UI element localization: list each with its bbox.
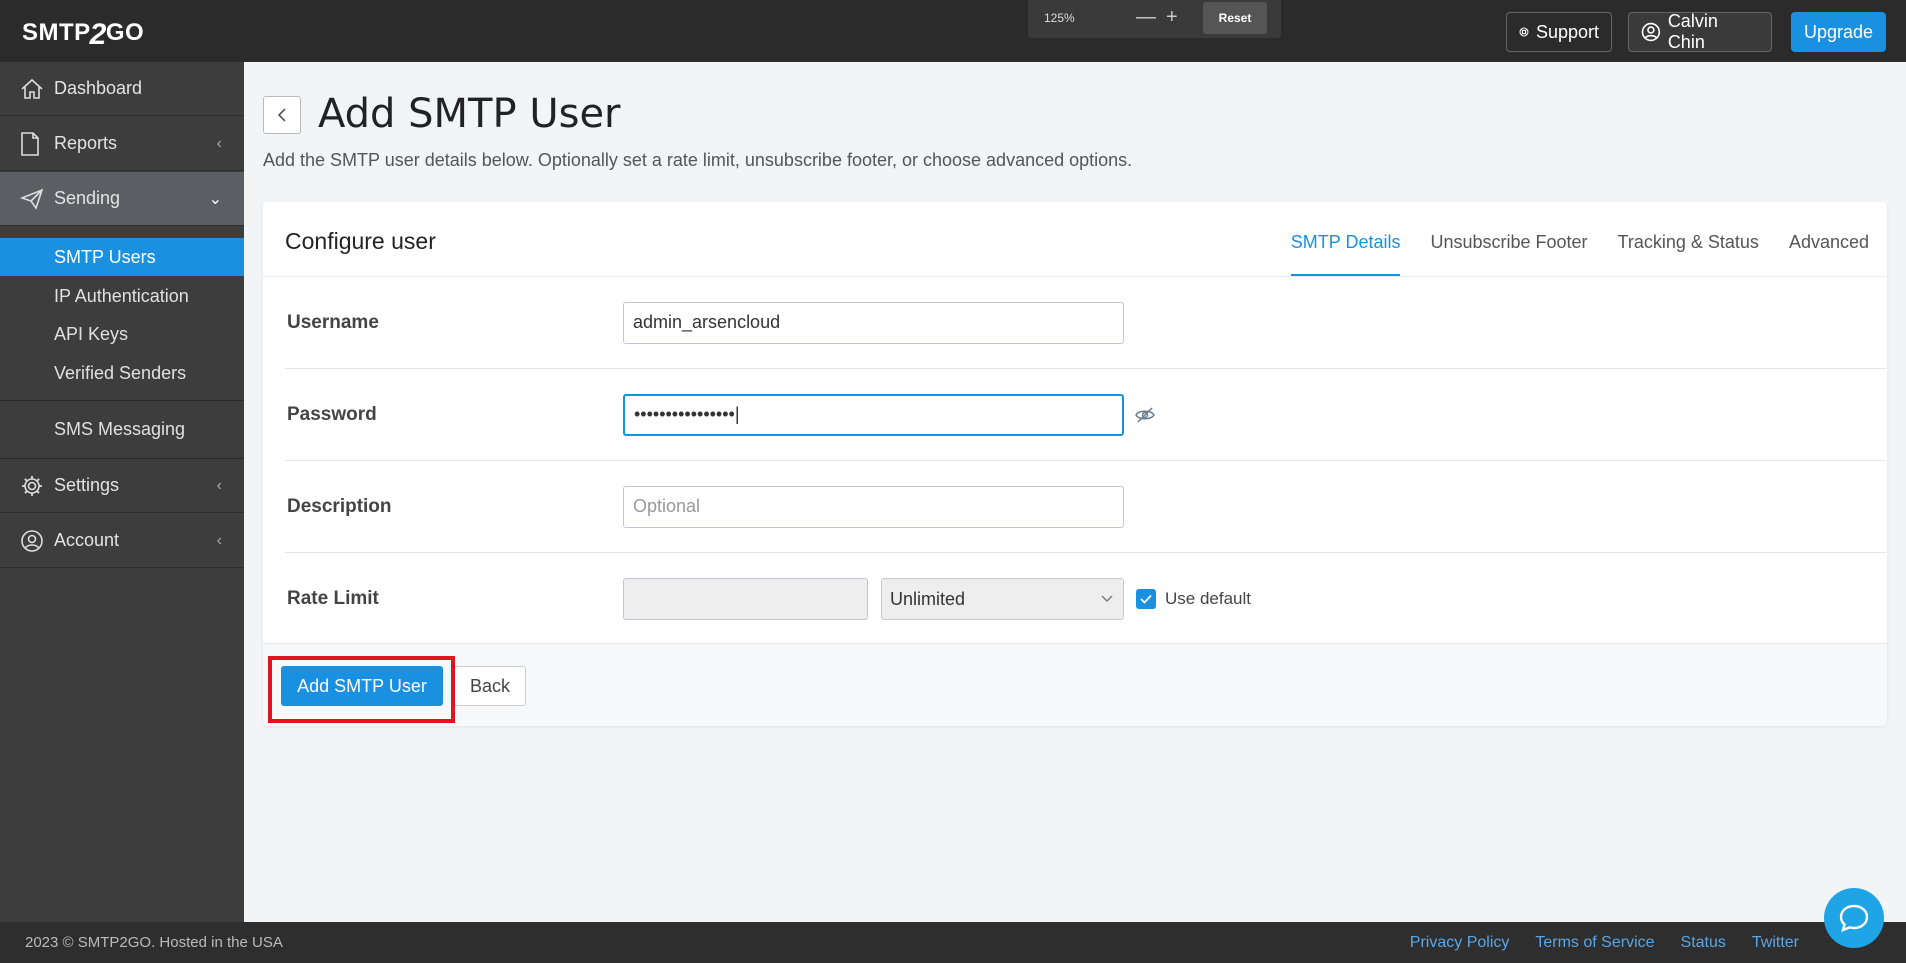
sidebar-item-label: Settings xyxy=(54,475,120,495)
gear-icon xyxy=(22,475,42,496)
footer-link-privacy-policy[interactable]: Privacy Policy xyxy=(1410,934,1510,952)
eye-slash-icon[interactable] xyxy=(1135,406,1155,423)
sidebar-subitem-sms-messaging[interactable]: SMS Messaging xyxy=(0,410,244,448)
sidebar-item-settings[interactable]: Settings ‹ xyxy=(0,459,244,513)
lifebuoy-icon xyxy=(1519,27,1529,37)
user-menu-button[interactable]: Calvin Chin xyxy=(1628,11,1772,52)
username-label: Username xyxy=(287,311,379,333)
rate-limit-row: Rate Limit Unlimited Use default xyxy=(285,553,1887,645)
sidebar-item-label: Account xyxy=(54,530,120,550)
chevron-down-icon: ⌄ xyxy=(208,190,222,208)
username-row: Username admin_arsencloud xyxy=(285,277,1887,369)
zoom-reset-button[interactable]: Reset xyxy=(1203,2,1267,34)
chevron-left-icon xyxy=(277,108,286,122)
sidebar-subitem-verified-senders[interactable]: Verified Senders xyxy=(0,354,244,392)
chat-button[interactable] xyxy=(1824,888,1884,948)
home-icon xyxy=(21,78,43,99)
configure-user-card: Configure user SMTP Details Unsubscribe … xyxy=(263,202,1887,726)
chevron-left-icon: ‹ xyxy=(216,476,222,494)
highlight-annotation xyxy=(268,656,455,723)
user-name: Calvin Chin xyxy=(1667,11,1718,52)
back-arrow-button[interactable] xyxy=(263,96,301,134)
sidebar-item-label: Sending xyxy=(54,188,121,208)
use-default-label: Use default xyxy=(1165,589,1251,608)
description-label: Description xyxy=(287,495,392,517)
copyright-text: 2023 © SMTP2GO. Hosted in the USA xyxy=(25,934,283,951)
footer-link-twitter[interactable]: Twitter xyxy=(1752,934,1799,952)
rate-limit-select-value: Unlimited xyxy=(890,588,966,609)
sidebar-item-label: Reports xyxy=(54,133,118,153)
chevron-left-icon: ‹ xyxy=(216,134,222,152)
tab-smtp-details[interactable]: SMTP Details xyxy=(1290,232,1401,276)
checkmark-icon xyxy=(1140,594,1152,604)
logo-text-smtp: SMTP xyxy=(22,19,91,46)
sidebar: Dashboard Reports ‹ Sending ⌄ SMTP Users… xyxy=(0,62,244,922)
sidebar-subitem-ip-authentication[interactable]: IP Authentication xyxy=(0,277,244,315)
password-label: Password xyxy=(287,403,377,425)
zoom-toolbar: 125% — + Reset xyxy=(1028,0,1281,38)
account-icon xyxy=(21,529,43,552)
logo-text-2: 2 xyxy=(89,18,107,51)
back-button[interactable]: Back xyxy=(454,666,526,706)
description-row: Description Optional xyxy=(285,461,1887,553)
upgrade-button[interactable]: Upgrade xyxy=(1791,12,1886,52)
tab-tracking-status[interactable]: Tracking & Status xyxy=(1618,232,1759,276)
support-label: Support xyxy=(1535,21,1599,42)
sidebar-subitem-smtp-users[interactable]: SMTP Users xyxy=(0,238,244,276)
chat-bubble-icon xyxy=(1839,904,1869,932)
logo-text-go: GO xyxy=(105,19,145,46)
paper-plane-icon xyxy=(20,188,44,210)
sidebar-divider xyxy=(0,400,244,401)
chevron-down-icon xyxy=(1101,595,1113,602)
use-default-checkbox[interactable] xyxy=(1136,589,1156,609)
card-footer: Add SMTP User Back xyxy=(263,643,1887,726)
tab-unsubscribe-footer[interactable]: Unsubscribe Footer xyxy=(1430,232,1587,276)
smtp2go-logo[interactable]: SMTP2GO xyxy=(22,14,145,51)
footer-link-terms-of-service[interactable]: Terms of Service xyxy=(1535,934,1654,952)
sidebar-item-account[interactable]: Account ‹ xyxy=(0,514,244,568)
footer-links: Privacy Policy Terms of Service Status T… xyxy=(1384,934,1799,952)
rate-limit-select[interactable]: Unlimited xyxy=(881,578,1124,620)
chevron-left-icon: ‹ xyxy=(216,531,222,549)
sidebar-subitem-api-keys[interactable]: API Keys xyxy=(0,315,244,353)
rate-limit-label: Rate Limit xyxy=(287,588,379,609)
zoom-in-button[interactable]: + xyxy=(1166,6,1178,28)
sidebar-item-sending[interactable]: Sending ⌄ xyxy=(0,172,244,226)
support-button[interactable]: Support xyxy=(1506,12,1612,52)
tab-advanced[interactable]: Advanced xyxy=(1789,232,1869,276)
description-input[interactable]: Optional xyxy=(623,485,1124,528)
sidebar-item-label: Dashboard xyxy=(54,78,143,98)
sidebar-item-dashboard[interactable]: Dashboard xyxy=(0,62,244,116)
page-footer: 2023 © SMTP2GO. Hosted in the USA Privac… xyxy=(0,922,1906,963)
tab-bar: SMTP Details Unsubscribe Footer Tracking… xyxy=(1261,232,1869,276)
card-title: Configure user xyxy=(285,228,436,254)
page-title: Add SMTP User xyxy=(318,91,621,137)
rate-limit-input[interactable] xyxy=(623,578,868,620)
footer-link-status[interactable]: Status xyxy=(1681,934,1726,952)
top-bar: SMTP2GO 125% — + Reset Support Calvin Ch… xyxy=(0,0,1906,62)
user-circle-icon xyxy=(1641,22,1661,42)
page-subtitle: Add the SMTP user details below. Optiona… xyxy=(263,150,1133,170)
zoom-level: 125% xyxy=(1044,11,1075,25)
password-input[interactable]: ••••••••••••••••| xyxy=(623,393,1124,436)
password-row: Password ••••••••••••••••| xyxy=(285,369,1887,461)
document-icon xyxy=(21,131,39,156)
username-input[interactable]: admin_arsencloud xyxy=(623,301,1124,344)
zoom-out-button[interactable]: — xyxy=(1136,6,1156,28)
sidebar-item-reports[interactable]: Reports ‹ xyxy=(0,117,244,171)
